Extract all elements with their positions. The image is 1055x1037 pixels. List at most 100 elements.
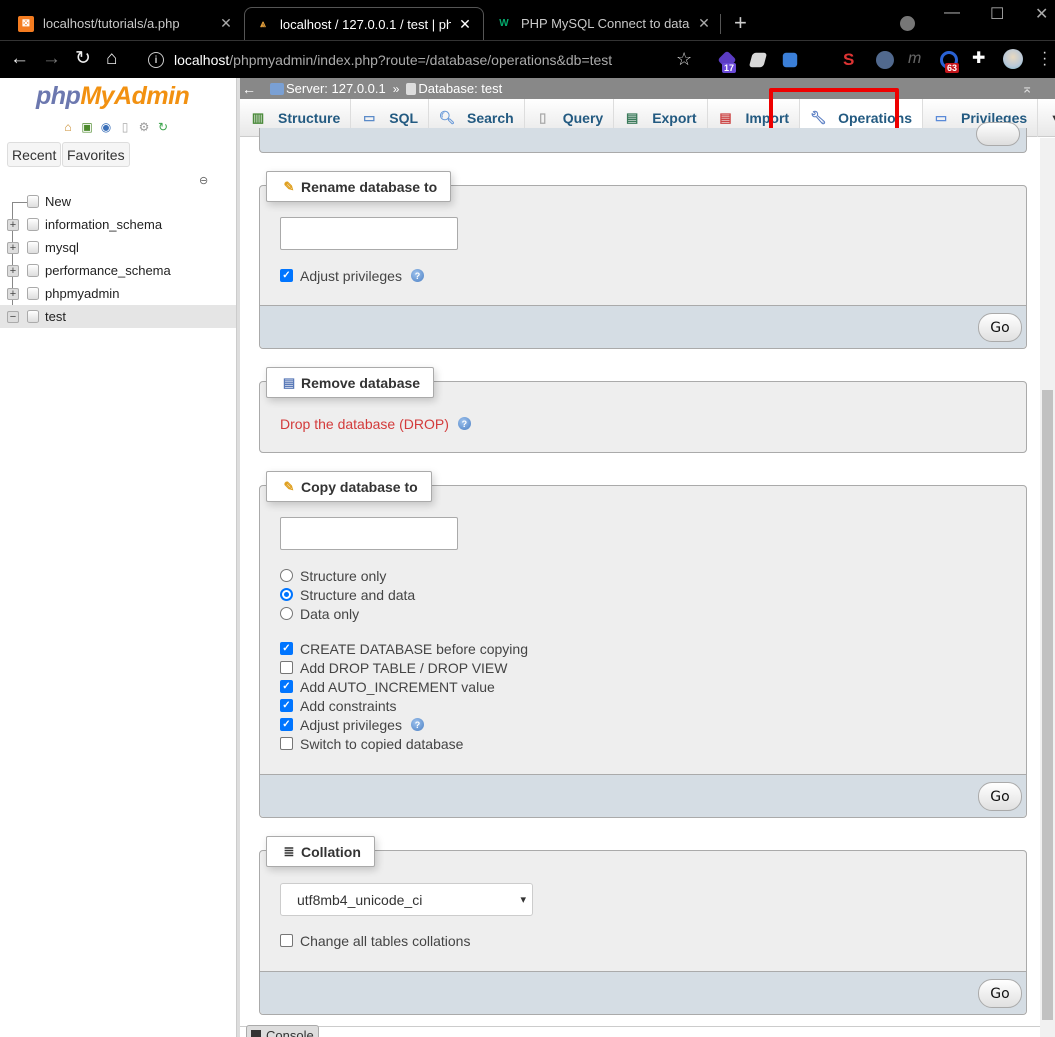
drop-database-link[interactable]: Drop the database (DROP) bbox=[280, 416, 449, 432]
logout-icon[interactable]: ▣ bbox=[79, 119, 95, 135]
browser-tab-a-php[interactable]: ⊠ localhost/tutorials/a.php ✕ bbox=[8, 7, 244, 40]
create-database-checkbox[interactable]: ✓ bbox=[280, 642, 293, 655]
maximize-icon[interactable]: ☐ bbox=[990, 4, 1004, 24]
documentation-icon[interactable]: ▯ bbox=[117, 119, 133, 135]
copy-option-data-only[interactable]: Data only bbox=[280, 604, 359, 623]
structure-only-radio[interactable] bbox=[280, 569, 293, 582]
vertical-scrollbar[interactable] bbox=[1040, 138, 1055, 1037]
new-tab-button[interactable]: + bbox=[734, 10, 747, 36]
reload-navigation-icon[interactable]: ↻ bbox=[155, 119, 171, 135]
expand-plus-icon[interactable]: + bbox=[7, 218, 19, 231]
close-tab-icon[interactable]: ✕ bbox=[218, 15, 234, 32]
extension-3-icon[interactable] bbox=[782, 52, 798, 68]
scrollbar-thumb[interactable] bbox=[1042, 390, 1053, 1020]
database-icon bbox=[406, 82, 417, 95]
forward-icon[interactable]: → bbox=[42, 49, 61, 69]
auto-increment-checkbox[interactable]: ✓ bbox=[280, 680, 293, 693]
create-database-option[interactable]: ✓ CREATE DATABASE before copying bbox=[280, 639, 528, 658]
change-all-collations-option[interactable]: Change all tables collations bbox=[280, 931, 470, 950]
tab-search-icon[interactable] bbox=[900, 16, 915, 31]
extension-2-icon[interactable] bbox=[748, 52, 768, 68]
settings-gear-icon[interactable]: ⚙ bbox=[136, 119, 152, 135]
adjust-privileges-checkbox[interactable]: ✓ bbox=[280, 718, 293, 731]
rename-legend: ✎ Rename database to bbox=[266, 171, 452, 202]
link-with-main-panel-icon[interactable]: ⊖ bbox=[199, 174, 208, 187]
expand-plus-icon[interactable]: + bbox=[7, 241, 19, 254]
collation-select[interactable]: utf8mb4_unicode_ci ▾ bbox=[280, 883, 533, 916]
collapse-sidebar-arrow-icon[interactable]: ← bbox=[242, 81, 262, 97]
tree-item-test[interactable]: − test bbox=[0, 305, 236, 328]
database-tree: New + information_schema + mysql + perfo… bbox=[0, 190, 236, 328]
new-database-icon bbox=[27, 195, 39, 208]
change-all-collations-checkbox[interactable] bbox=[280, 934, 293, 947]
adjust-privileges-checkbox[interactable]: ✓ bbox=[280, 269, 293, 282]
browser-tab-w3schools[interactable]: W PHP MySQL Connect to database ✕ bbox=[486, 7, 722, 40]
copy-option-structure-only[interactable]: Structure only bbox=[280, 566, 386, 585]
help-icon[interactable]: ? bbox=[457, 417, 471, 430]
drop-table-checkbox[interactable] bbox=[280, 661, 293, 674]
reload-icon[interactable]: ↻ bbox=[75, 49, 91, 69]
tab-more[interactable]: ▼M bbox=[1038, 99, 1055, 137]
home-icon[interactable]: ⌂ bbox=[60, 119, 76, 135]
address-bar[interactable]: i localhost/phpmyadmin/index.php?route=/… bbox=[140, 47, 700, 73]
minimize-icon[interactable]: — bbox=[944, 4, 960, 22]
tree-item-performance-schema[interactable]: + performance_schema bbox=[0, 259, 236, 282]
help-icon[interactable]: ? bbox=[410, 718, 424, 731]
back-icon[interactable]: ← bbox=[10, 49, 29, 69]
console-toggle[interactable]: Console bbox=[246, 1025, 319, 1037]
remove-database-section: ▤ Remove database Drop the database (DRO… bbox=[259, 367, 1027, 453]
phpmyadmin-icon: ⩓ bbox=[260, 18, 266, 30]
constraints-checkbox[interactable]: ✓ bbox=[280, 699, 293, 712]
rename-adjust-privileges[interactable]: ✓ Adjust privileges ? bbox=[280, 266, 424, 285]
breadcrumb-server[interactable]: Server: 127.0.0.1 bbox=[270, 81, 386, 96]
profile-avatar[interactable] bbox=[1003, 49, 1023, 69]
help-icon[interactable]: ? bbox=[410, 269, 424, 282]
bookmark-star-icon[interactable]: ☆ bbox=[676, 49, 692, 70]
m-extension-icon[interactable]: m bbox=[908, 51, 926, 69]
seo-extension-icon[interactable]: S bbox=[843, 51, 861, 69]
breadcrumb-database[interactable]: Database: test bbox=[406, 81, 502, 96]
browser-tab-phpmyadmin[interactable]: ⩓ localhost / 127.0.0.1 / test | phpM ✕ bbox=[244, 7, 484, 40]
url-host: localhost bbox=[174, 52, 230, 68]
server-icon bbox=[270, 82, 284, 95]
tree-item-mysql[interactable]: + mysql bbox=[0, 236, 236, 259]
collapse-minus-icon[interactable]: − bbox=[7, 310, 19, 323]
triangle-down-icon: ▼ bbox=[1048, 110, 1055, 126]
cursor-extension-icon[interactable] bbox=[876, 51, 894, 69]
favorites-button[interactable]: Favorites bbox=[62, 142, 130, 167]
copy-footer: Go bbox=[260, 774, 1026, 817]
close-tab-icon[interactable]: ✕ bbox=[696, 15, 712, 32]
expand-plus-icon[interactable]: + bbox=[7, 287, 19, 300]
scroll-to-top-icon[interactable]: ⌅ bbox=[1021, 80, 1033, 97]
collation-go-button[interactable]: Go bbox=[978, 979, 1022, 1008]
data-only-radio[interactable] bbox=[280, 607, 293, 620]
structure-and-data-radio[interactable] bbox=[280, 588, 293, 601]
auto-increment-option[interactable]: ✓ Add AUTO_INCREMENT value bbox=[280, 677, 495, 696]
help-icon[interactable]: ◉ bbox=[98, 119, 114, 135]
switch-to-copied-checkbox[interactable] bbox=[280, 737, 293, 750]
expand-plus-icon[interactable]: + bbox=[7, 264, 19, 277]
constraints-option[interactable]: ✓ Add constraints bbox=[280, 696, 397, 715]
previous-go-button[interactable] bbox=[976, 122, 1020, 146]
tree-item-information-schema[interactable]: + information_schema bbox=[0, 213, 236, 236]
drop-table-option[interactable]: Add DROP TABLE / DROP VIEW bbox=[280, 658, 507, 677]
copy-option-structure-and-data[interactable]: Structure and data bbox=[280, 585, 415, 604]
navigation-sidebar: phpMyAdmin ⌂ ▣ ◉ ▯ ⚙ ↻ Recent Favorites … bbox=[0, 78, 238, 1037]
home-icon[interactable]: ⌂ bbox=[106, 49, 117, 69]
switch-to-copied-option[interactable]: Switch to copied database bbox=[280, 734, 463, 753]
extensions-puzzle-icon[interactable]: ✚ bbox=[972, 51, 990, 69]
browser-menu-icon[interactable]: · · · bbox=[1042, 45, 1047, 73]
chevron-down-icon: ▾ bbox=[520, 894, 526, 906]
tree-item-new[interactable]: New bbox=[0, 190, 236, 213]
copy-database-input[interactable] bbox=[280, 517, 458, 550]
copy-go-button[interactable]: Go bbox=[978, 782, 1022, 811]
rename-database-input[interactable] bbox=[280, 217, 458, 250]
phpmyadmin-logo[interactable]: phpMyAdmin bbox=[36, 82, 190, 111]
rename-go-button[interactable]: Go bbox=[978, 313, 1022, 342]
close-tab-icon[interactable]: ✕ bbox=[457, 16, 473, 33]
copy-adjust-privileges-option[interactable]: ✓ Adjust privileges ? bbox=[280, 715, 424, 734]
tree-item-phpmyadmin[interactable]: + phpmyadmin bbox=[0, 282, 236, 305]
recent-button[interactable]: Recent bbox=[7, 142, 62, 167]
site-info-icon[interactable]: i bbox=[148, 52, 164, 68]
close-window-icon[interactable]: ✕ bbox=[1035, 4, 1048, 24]
